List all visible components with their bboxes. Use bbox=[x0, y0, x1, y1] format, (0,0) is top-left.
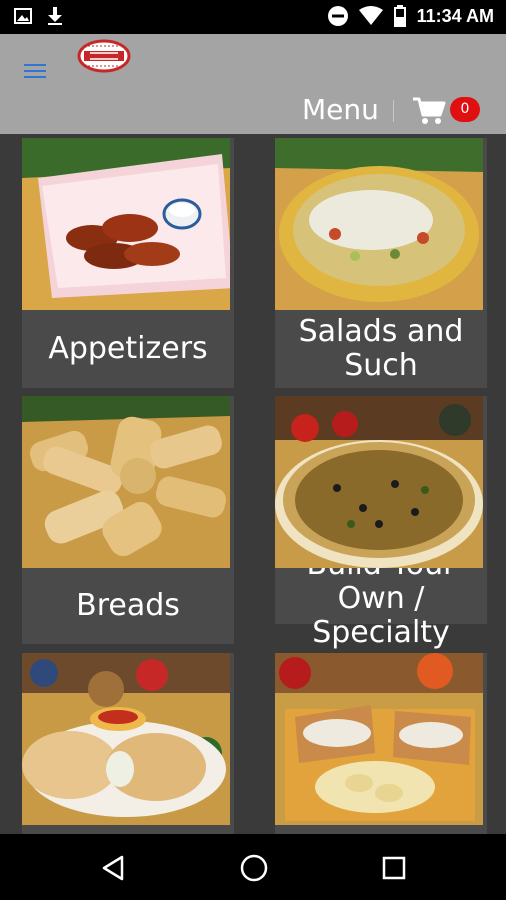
cart-count-badge[interactable]: 0 bbox=[450, 97, 480, 122]
cart-icon[interactable] bbox=[412, 96, 446, 126]
status-time: 11:34 AM bbox=[416, 5, 494, 26]
image-icon bbox=[14, 8, 32, 24]
logo[interactable] bbox=[76, 38, 132, 74]
system-nav-bar bbox=[0, 834, 506, 900]
category-label: Appetizers bbox=[48, 331, 208, 366]
category-tile-5[interactable] bbox=[22, 653, 234, 834]
category-tile-6[interactable] bbox=[275, 653, 487, 834]
back-icon[interactable] bbox=[100, 854, 126, 882]
home-icon[interactable] bbox=[239, 853, 269, 883]
battery-icon bbox=[393, 5, 406, 27]
calzone-image bbox=[22, 653, 230, 825]
wifi-icon bbox=[358, 6, 383, 25]
category-label bbox=[22, 825, 234, 834]
category-grid: Appetizers Salads and Such Breads Own / … bbox=[0, 134, 506, 834]
status-bar: 11:34 AM bbox=[0, 0, 506, 34]
category-label: Breads bbox=[76, 588, 180, 623]
appetizers-image bbox=[22, 138, 230, 310]
salads-image bbox=[275, 138, 483, 310]
category-label: Salads and Such bbox=[298, 314, 464, 383]
category-tile-appetizers[interactable]: Appetizers bbox=[22, 138, 234, 388]
category-tile-salads[interactable]: Salads and Such bbox=[275, 138, 487, 388]
build-your-own-image bbox=[275, 396, 483, 568]
dnd-icon bbox=[327, 6, 348, 26]
category-tile-build-your-own[interactable]: Build Your Own / Specialty bbox=[275, 396, 487, 650]
breads-image bbox=[22, 396, 230, 568]
recents-icon[interactable] bbox=[381, 855, 407, 881]
hamburger-icon[interactable] bbox=[24, 62, 48, 80]
divider bbox=[393, 100, 394, 122]
sandwich-image bbox=[275, 653, 483, 825]
category-tile-breads[interactable]: Breads bbox=[22, 396, 234, 644]
category-label bbox=[275, 825, 487, 834]
download-icon bbox=[48, 7, 62, 25]
menu-title: Menu bbox=[302, 93, 379, 126]
